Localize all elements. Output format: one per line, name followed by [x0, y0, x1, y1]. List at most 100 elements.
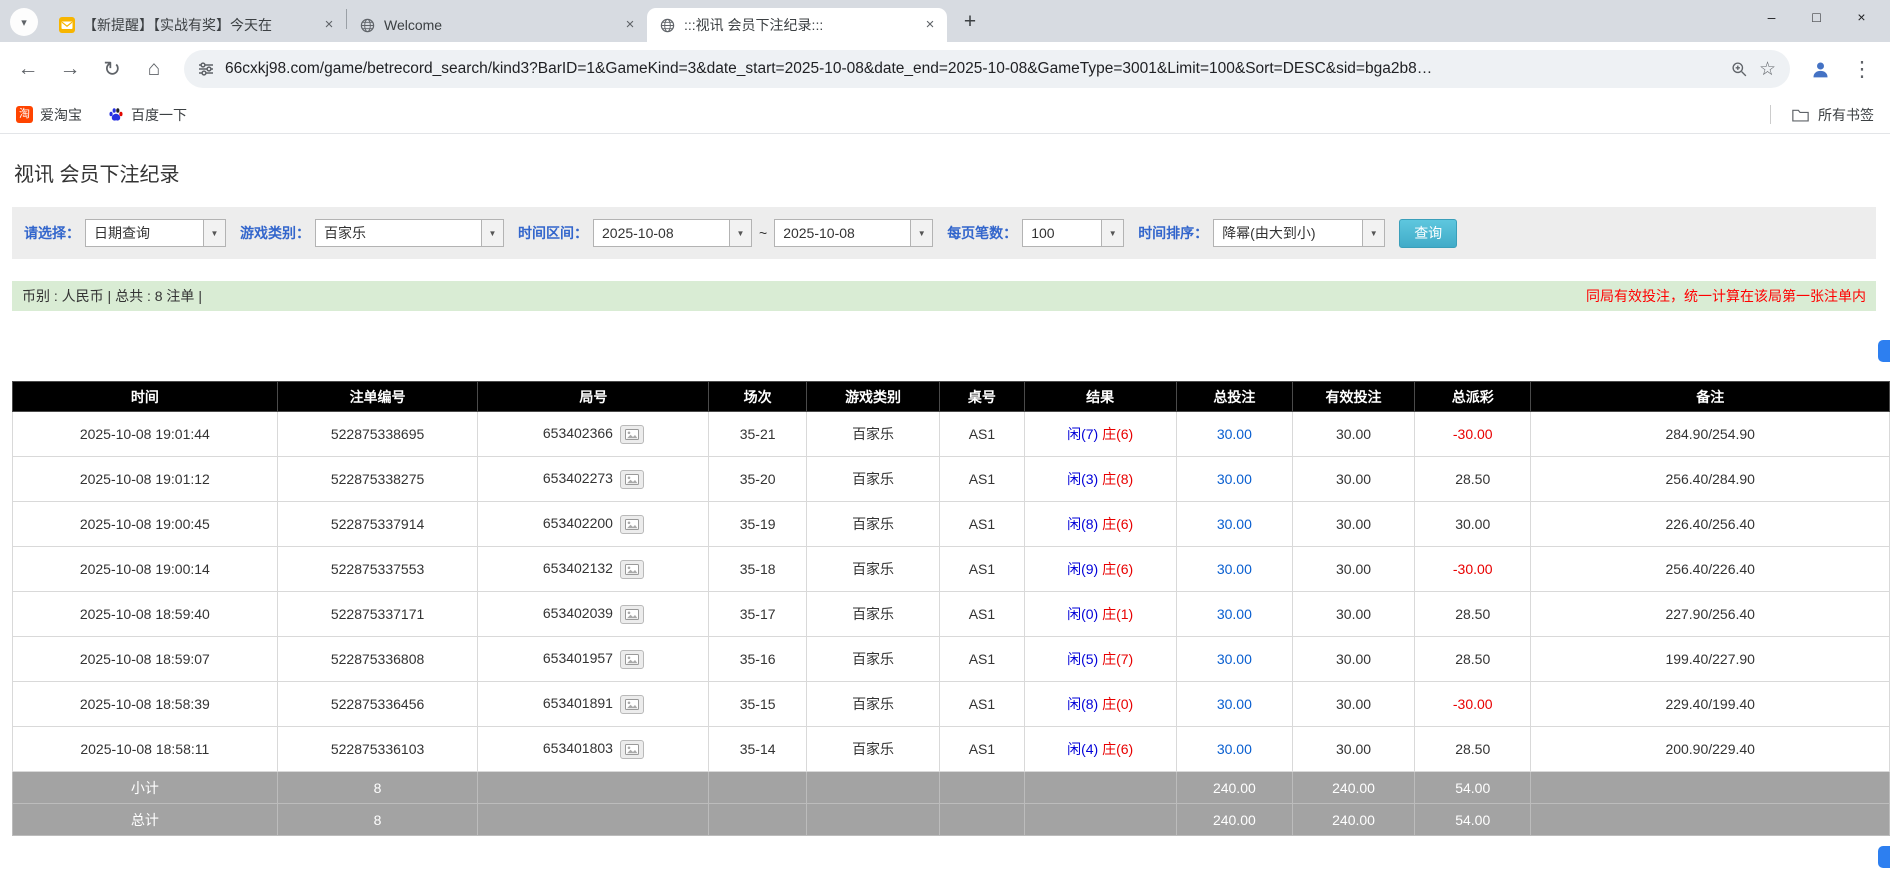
date-start-value: 2025-10-08: [594, 220, 729, 246]
bet-records-table: 时间注单编号局号场次游戏类别桌号结果总投注有效投注总派彩备注 2025-10-0…: [12, 381, 1890, 836]
chevron-down-icon[interactable]: ▼: [910, 220, 932, 246]
cell-round-no: 653401957: [478, 637, 709, 682]
cell-time: 2025-10-08 18:59:07: [13, 637, 278, 682]
cell-total-bet[interactable]: 30.00: [1176, 592, 1292, 637]
bookmark-star-icon[interactable]: ☆: [1759, 58, 1776, 81]
round-detail-icon[interactable]: [620, 695, 644, 714]
cell-valid-bet: 30.00: [1293, 727, 1415, 772]
tab-close-icon[interactable]: ×: [621, 16, 639, 34]
cell-session: 35-20: [709, 457, 807, 502]
chevron-down-icon[interactable]: ▼: [481, 220, 503, 246]
query-type-select[interactable]: 日期查询 ▼: [85, 219, 226, 247]
column-header: 局号: [478, 382, 709, 412]
cell-total-bet[interactable]: 30.00: [1176, 682, 1292, 727]
site-settings-icon[interactable]: [198, 61, 214, 77]
subtotal-cell-9: 54.00: [1415, 772, 1531, 804]
bookmark-taobao[interactable]: 淘 爱淘宝: [16, 105, 82, 125]
cell-time: 2025-10-08 19:00:45: [13, 502, 278, 547]
date-end-input[interactable]: 2025-10-08 ▼: [774, 219, 933, 247]
taobao-icon: 淘: [16, 106, 33, 123]
cell-result: 闲(4) 庄(6): [1024, 727, 1176, 772]
round-detail-icon[interactable]: [620, 605, 644, 624]
cell-note: 226.40/256.40: [1531, 502, 1890, 547]
subtotal-cell-0: 小计: [13, 772, 278, 804]
date-start-input[interactable]: 2025-10-08 ▼: [593, 219, 752, 247]
cell-session: 35-16: [709, 637, 807, 682]
cell-total-bet[interactable]: 30.00: [1176, 727, 1292, 772]
cell-total-bet[interactable]: 30.00: [1176, 457, 1292, 502]
round-detail-icon[interactable]: [620, 560, 644, 579]
banker-result: 庄(6): [1102, 561, 1133, 577]
bet-record-row: 2025-10-08 18:58:11522875336103653401803…: [13, 727, 1890, 772]
home-icon[interactable]: ⌂: [134, 49, 174, 89]
close-button[interactable]: ×: [1839, 0, 1884, 33]
cell-valid-bet: 30.00: [1293, 592, 1415, 637]
folder-icon: [1792, 108, 1809, 122]
refresh-icon[interactable]: ↻: [92, 49, 132, 89]
browser-tab-1[interactable]: 【新提醒】【实战有奖】今天在 ×: [46, 8, 346, 42]
forward-icon[interactable]: →: [50, 49, 90, 89]
browser-tab-2[interactable]: Welcome ×: [347, 8, 647, 42]
cell-valid-bet: 30.00: [1293, 637, 1415, 682]
cell-bet-id: 522875336808: [277, 637, 478, 682]
round-detail-icon[interactable]: [620, 740, 644, 759]
back-icon[interactable]: ←: [8, 49, 48, 89]
filter-bar: 请选择： 日期查询 ▼ 游戏类别： 百家乐 ▼ 时间区间： 2025-10-08…: [12, 207, 1876, 259]
tab-title: :::视讯 会员下注纪录:::: [684, 15, 913, 35]
player-result: 闲(5): [1067, 651, 1098, 667]
cell-total-bet[interactable]: 30.00: [1176, 502, 1292, 547]
search-button[interactable]: 查询: [1399, 219, 1457, 248]
cell-total-bet[interactable]: 30.00: [1176, 637, 1292, 682]
floating-button-fragment[interactable]: [1878, 340, 1890, 362]
cell-table-no: AS1: [940, 457, 1024, 502]
total-cell-9: 54.00: [1415, 804, 1531, 836]
url-text[interactable]: 66cxkj98.com/game/betrecord_search/kind3…: [225, 60, 1720, 78]
cell-note: 200.90/229.40: [1531, 727, 1890, 772]
bookmarks-bar: 淘 爱淘宝 百度一下 所有书签: [0, 96, 1890, 134]
cell-note: 256.40/284.90: [1531, 457, 1890, 502]
total-cell-2: [478, 804, 709, 836]
page-size-select[interactable]: 100 ▼: [1022, 219, 1124, 247]
baidu-paw-icon: [108, 107, 124, 123]
chevron-down-icon[interactable]: ▾: [10, 8, 38, 36]
cell-payout: 30.00: [1415, 502, 1531, 547]
cell-total-bet[interactable]: 30.00: [1176, 412, 1292, 457]
globe-icon: [359, 17, 376, 34]
info-bar: 币别 : 人民币 | 总共 : 8 注单 | 同局有效投注，统一计算在该局第一张…: [12, 281, 1876, 311]
menu-kebab-icon[interactable]: ⋮: [1842, 49, 1882, 89]
zoom-icon[interactable]: [1731, 61, 1748, 78]
browser-tab-active[interactable]: :::视讯 会员下注纪录::: ×: [647, 8, 947, 42]
all-bookmarks[interactable]: 所有书签: [1770, 105, 1874, 125]
floating-button-fragment[interactable]: [1878, 846, 1890, 868]
profile-icon[interactable]: [1800, 49, 1840, 89]
cell-game-type: 百家乐: [806, 457, 939, 502]
maximize-button[interactable]: □: [1794, 0, 1839, 33]
bookmark-label: 百度一下: [131, 105, 187, 125]
round-detail-icon[interactable]: [620, 425, 644, 444]
column-header: 总派彩: [1415, 382, 1531, 412]
cell-valid-bet: 30.00: [1293, 502, 1415, 547]
column-header: 桌号: [940, 382, 1024, 412]
address-bar[interactable]: 66cxkj98.com/game/betrecord_search/kind3…: [184, 50, 1790, 88]
chevron-down-icon[interactable]: ▼: [729, 220, 751, 246]
cell-table-no: AS1: [940, 592, 1024, 637]
round-detail-icon[interactable]: [620, 650, 644, 669]
new-tab-button[interactable]: +: [955, 7, 985, 37]
cell-valid-bet: 30.00: [1293, 547, 1415, 592]
chevron-down-icon[interactable]: ▼: [1362, 220, 1384, 246]
bookmark-baidu[interactable]: 百度一下: [108, 105, 187, 125]
chevron-down-icon[interactable]: ▼: [203, 220, 225, 246]
sort-order-select[interactable]: 降幂(由大到小) ▼: [1213, 219, 1385, 247]
tab-close-icon[interactable]: ×: [320, 16, 338, 34]
cell-result: 闲(7) 庄(6): [1024, 412, 1176, 457]
cell-total-bet[interactable]: 30.00: [1176, 547, 1292, 592]
cell-payout: -30.00: [1415, 412, 1531, 457]
minimize-button[interactable]: –: [1749, 0, 1794, 33]
game-type-select[interactable]: 百家乐 ▼: [315, 219, 504, 247]
cell-time: 2025-10-08 19:01:44: [13, 412, 278, 457]
round-detail-icon[interactable]: [620, 515, 644, 534]
tab-close-icon[interactable]: ×: [921, 16, 939, 34]
chevron-down-icon[interactable]: ▼: [1101, 220, 1123, 246]
column-header: 注单编号: [277, 382, 478, 412]
round-detail-icon[interactable]: [620, 470, 644, 489]
